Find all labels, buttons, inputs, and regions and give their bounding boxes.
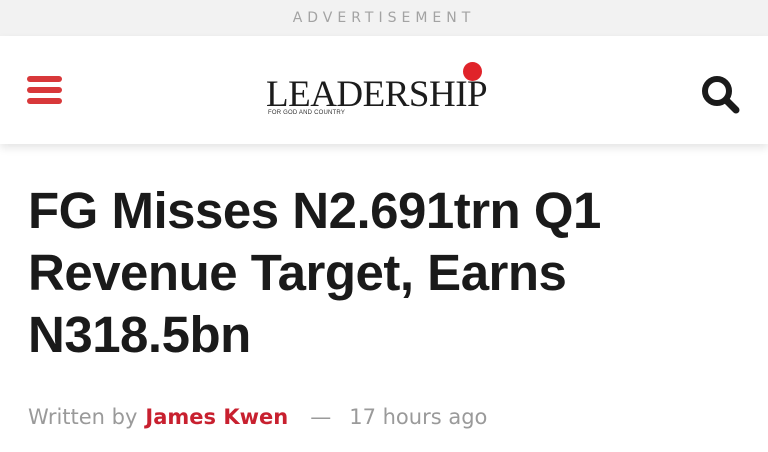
logo-tagline: FOR GOD AND COUNTRY — [268, 110, 346, 116]
publish-time: 17 hours ago — [349, 405, 488, 429]
hamburger-menu-icon[interactable] — [27, 76, 63, 106]
logo-red-dot — [463, 62, 482, 81]
search-icon[interactable] — [700, 74, 742, 116]
byline-prefix: Written by — [28, 405, 138, 429]
advertisement-label: ADVERTISEMENT — [292, 10, 476, 26]
article-title: FG Misses N2.691trn Q1 Revenue Target, E… — [28, 182, 601, 363]
advertisement-bar: ADVERTISEMENT — [0, 0, 768, 36]
leadership-logo[interactable]: LEADERSHIP FOR GOD AND COUNTRY — [266, 62, 506, 122]
byline-separator: — — [310, 405, 332, 429]
logo-wordmark: LEADERSHIP — [266, 74, 488, 115]
article-byline: Written by James Kwen — 17 hours ago — [28, 403, 487, 431]
author-link[interactable]: James Kwen — [145, 405, 288, 429]
site-header: LEADERSHIP FOR GOD AND COUNTRY — [0, 36, 768, 144]
